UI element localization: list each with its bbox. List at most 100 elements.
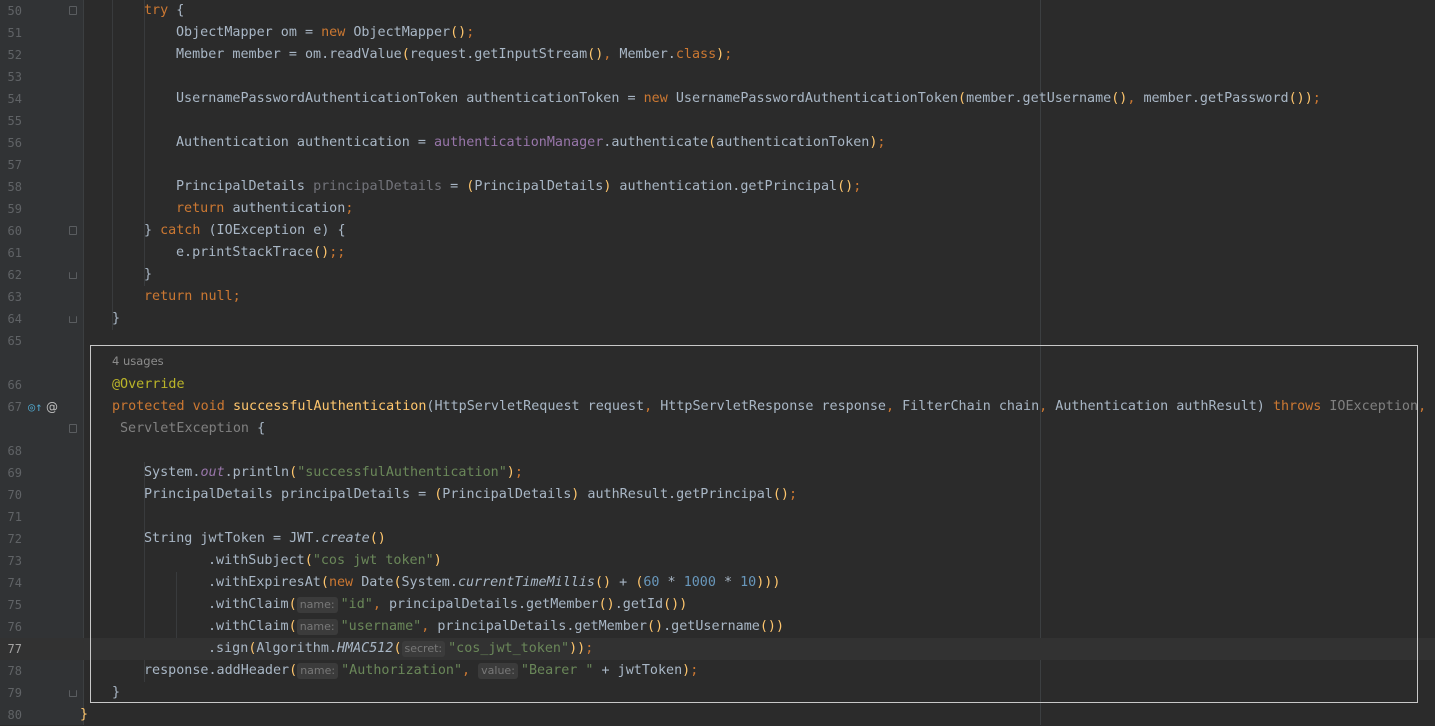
code-text[interactable]: ObjectMapper om = new ObjectMapper(); — [176, 22, 474, 44]
code-line[interactable]: 78 response.addHeader(name: "Authorization… — [0, 660, 1435, 682]
code-text[interactable]: return authentication; — [176, 198, 353, 220]
code-text[interactable]: } — [112, 682, 120, 704]
line-number[interactable]: 51 — [0, 22, 22, 44]
code-line[interactable]: 56 Authentication authentication = authen… — [0, 132, 1435, 154]
fold-marker-icon[interactable] — [69, 6, 77, 15]
line-number[interactable]: 75 — [0, 594, 22, 616]
code-line[interactable]: 64} — [0, 308, 1435, 330]
code-line[interactable]: 70 PrincipalDetails principalDetails = (P… — [0, 484, 1435, 506]
code-line[interactable]: 76 .withClaim(name: "username", principalD… — [0, 616, 1435, 638]
code-line[interactable]: 63 return null; — [0, 286, 1435, 308]
code-line[interactable]: 59 return authentication; — [0, 198, 1435, 220]
code-line[interactable]: 72 String jwtToken = JWT.create() — [0, 528, 1435, 550]
line-number[interactable]: 70 — [0, 484, 22, 506]
code-line[interactable]: 80} — [0, 704, 1435, 726]
code-text[interactable]: .withClaim(name: "username", principalDet… — [208, 616, 784, 638]
code-text[interactable]: Authentication authentication = authenti… — [176, 132, 885, 154]
line-number[interactable]: 68 — [0, 440, 22, 462]
code-text[interactable]: ServletException { — [120, 418, 265, 440]
code-line[interactable]: 51 ObjectMapper om = new ObjectMapper(); — [0, 22, 1435, 44]
code-editor[interactable]: 50 try { 51 ObjectMapper om = new ObjectMap… — [0, 0, 1435, 725]
code-line[interactable]: 62} — [0, 264, 1435, 286]
code-line[interactable]: 61 e.printStackTrace();; — [0, 242, 1435, 264]
code-text[interactable]: .withClaim(name: "id", principalDetails.g… — [208, 594, 687, 616]
line-number[interactable]: 77 — [0, 638, 22, 660]
line-number[interactable]: 50 — [0, 0, 22, 22]
code-line[interactable]: 69 System.out.println("successfulAuthenti… — [0, 462, 1435, 484]
line-number[interactable]: 74 — [0, 572, 22, 594]
code-text[interactable]: protected void successfulAuthentication(… — [112, 396, 1426, 418]
code-text[interactable]: @Override — [112, 374, 185, 396]
line-number[interactable]: 56 — [0, 132, 22, 154]
fold-marker-icon[interactable] — [69, 226, 77, 235]
line-number[interactable]: 52 — [0, 44, 22, 66]
code-text[interactable]: try { — [144, 0, 184, 22]
code-text[interactable]: response.addHeader(name: "Authorization",… — [144, 660, 698, 682]
fold-marker-icon[interactable] — [69, 272, 77, 279]
line-number[interactable]: 80 — [0, 704, 22, 726]
line-number[interactable]: 57 — [0, 154, 22, 176]
line-number[interactable]: 59 — [0, 198, 22, 220]
code-line[interactable]: 75 .withClaim(name: "id", principalDetails… — [0, 594, 1435, 616]
code-text[interactable]: System.out.println("successfulAuthentica… — [144, 462, 523, 484]
code-text[interactable]: .withSubject("cos jwt token") — [208, 550, 442, 572]
code-text[interactable]: PrincipalDetails principalDetails = (Pri… — [144, 484, 797, 506]
code-line[interactable]: 67 protected void successfulAuthenticatio… — [0, 396, 1435, 418]
usages-inlay-hint[interactable]: 4 usages — [112, 352, 164, 370]
code-line[interactable]: 73 .withSubject("cos jwt token") — [0, 550, 1435, 572]
code-text[interactable]: Member member = om.readValue(request.get… — [176, 44, 732, 66]
override-method-icon[interactable]: ◎↑ — [28, 396, 42, 418]
annotation-icon[interactable]: @ — [46, 396, 58, 418]
fold-marker-icon[interactable] — [69, 316, 77, 323]
code-line[interactable]: 65 — [0, 330, 1435, 352]
code-line[interactable]: 57 — [0, 154, 1435, 176]
code-text[interactable]: PrincipalDetails principalDetails = (Pri… — [176, 176, 861, 198]
code-line[interactable]: 77 .sign(Algorithm.HMAC512(secret: "cos_jw… — [0, 638, 1435, 660]
line-number[interactable]: 71 — [0, 506, 22, 528]
line-number[interactable]: 78 — [0, 660, 22, 682]
code-text[interactable]: UsernamePasswordAuthenticationToken auth… — [176, 88, 1321, 110]
code-line[interactable]: 74 .withExpiresAt(new Date(System.current… — [0, 572, 1435, 594]
line-number[interactable]: 65 — [0, 330, 22, 352]
code-text[interactable]: } — [112, 308, 120, 330]
code-text[interactable]: e.printStackTrace();; — [176, 242, 345, 264]
line-number[interactable]: 53 — [0, 66, 22, 88]
code-text[interactable]: .sign(Algorithm.HMAC512(secret: "cos_jwt_… — [208, 638, 593, 660]
line-number[interactable]: 66 — [0, 374, 22, 396]
line-number[interactable]: 64 — [0, 308, 22, 330]
code-text[interactable]: } — [80, 704, 88, 726]
code-line[interactable]: 54 UsernamePasswordAuthenticationToken au… — [0, 88, 1435, 110]
line-number[interactable]: 69 — [0, 462, 22, 484]
line-number[interactable]: 79 — [0, 682, 22, 704]
code-line[interactable]: 53 — [0, 66, 1435, 88]
line-number[interactable]: 55 — [0, 110, 22, 132]
code-text[interactable]: .withExpiresAt(new Date(System.currentTi… — [208, 572, 780, 594]
line-number[interactable]: 73 — [0, 550, 22, 572]
code-line[interactable]: 58 PrincipalDetails principalDetails = (P… — [0, 176, 1435, 198]
line-number[interactable]: 60 — [0, 220, 22, 242]
line-number[interactable]: 58 — [0, 176, 22, 198]
line-number[interactable]: 67 — [0, 396, 22, 418]
code-line[interactable]: 79} — [0, 682, 1435, 704]
code-line[interactable]: 68 — [0, 440, 1435, 462]
line-number[interactable]: 63 — [0, 286, 22, 308]
code-line[interactable]: 55 — [0, 110, 1435, 132]
code-text[interactable]: } — [144, 264, 152, 286]
fold-marker-icon[interactable] — [69, 690, 77, 697]
line-number[interactable]: 54 — [0, 88, 22, 110]
code-line[interactable]: ServletException { — [0, 418, 1435, 440]
line-number[interactable]: 62 — [0, 264, 22, 286]
line-number[interactable]: 76 — [0, 616, 22, 638]
code-line[interactable]: 66 @Override — [0, 374, 1435, 396]
code-token: ( — [320, 575, 329, 590]
code-text[interactable]: return null; — [144, 286, 241, 308]
code-line[interactable]: 60 } catch (IOException e) { — [0, 220, 1435, 242]
code-line[interactable]: 52 Member member = om.readValue(request.g… — [0, 44, 1435, 66]
code-text[interactable]: String jwtToken = JWT.create() — [144, 528, 386, 550]
fold-marker-icon[interactable] — [69, 424, 77, 433]
code-line[interactable]: 71 — [0, 506, 1435, 528]
line-number[interactable]: 61 — [0, 242, 22, 264]
code-line[interactable]: 50 try { — [0, 0, 1435, 22]
line-number[interactable]: 72 — [0, 528, 22, 550]
code-text[interactable]: } catch (IOException e) { — [144, 220, 346, 242]
